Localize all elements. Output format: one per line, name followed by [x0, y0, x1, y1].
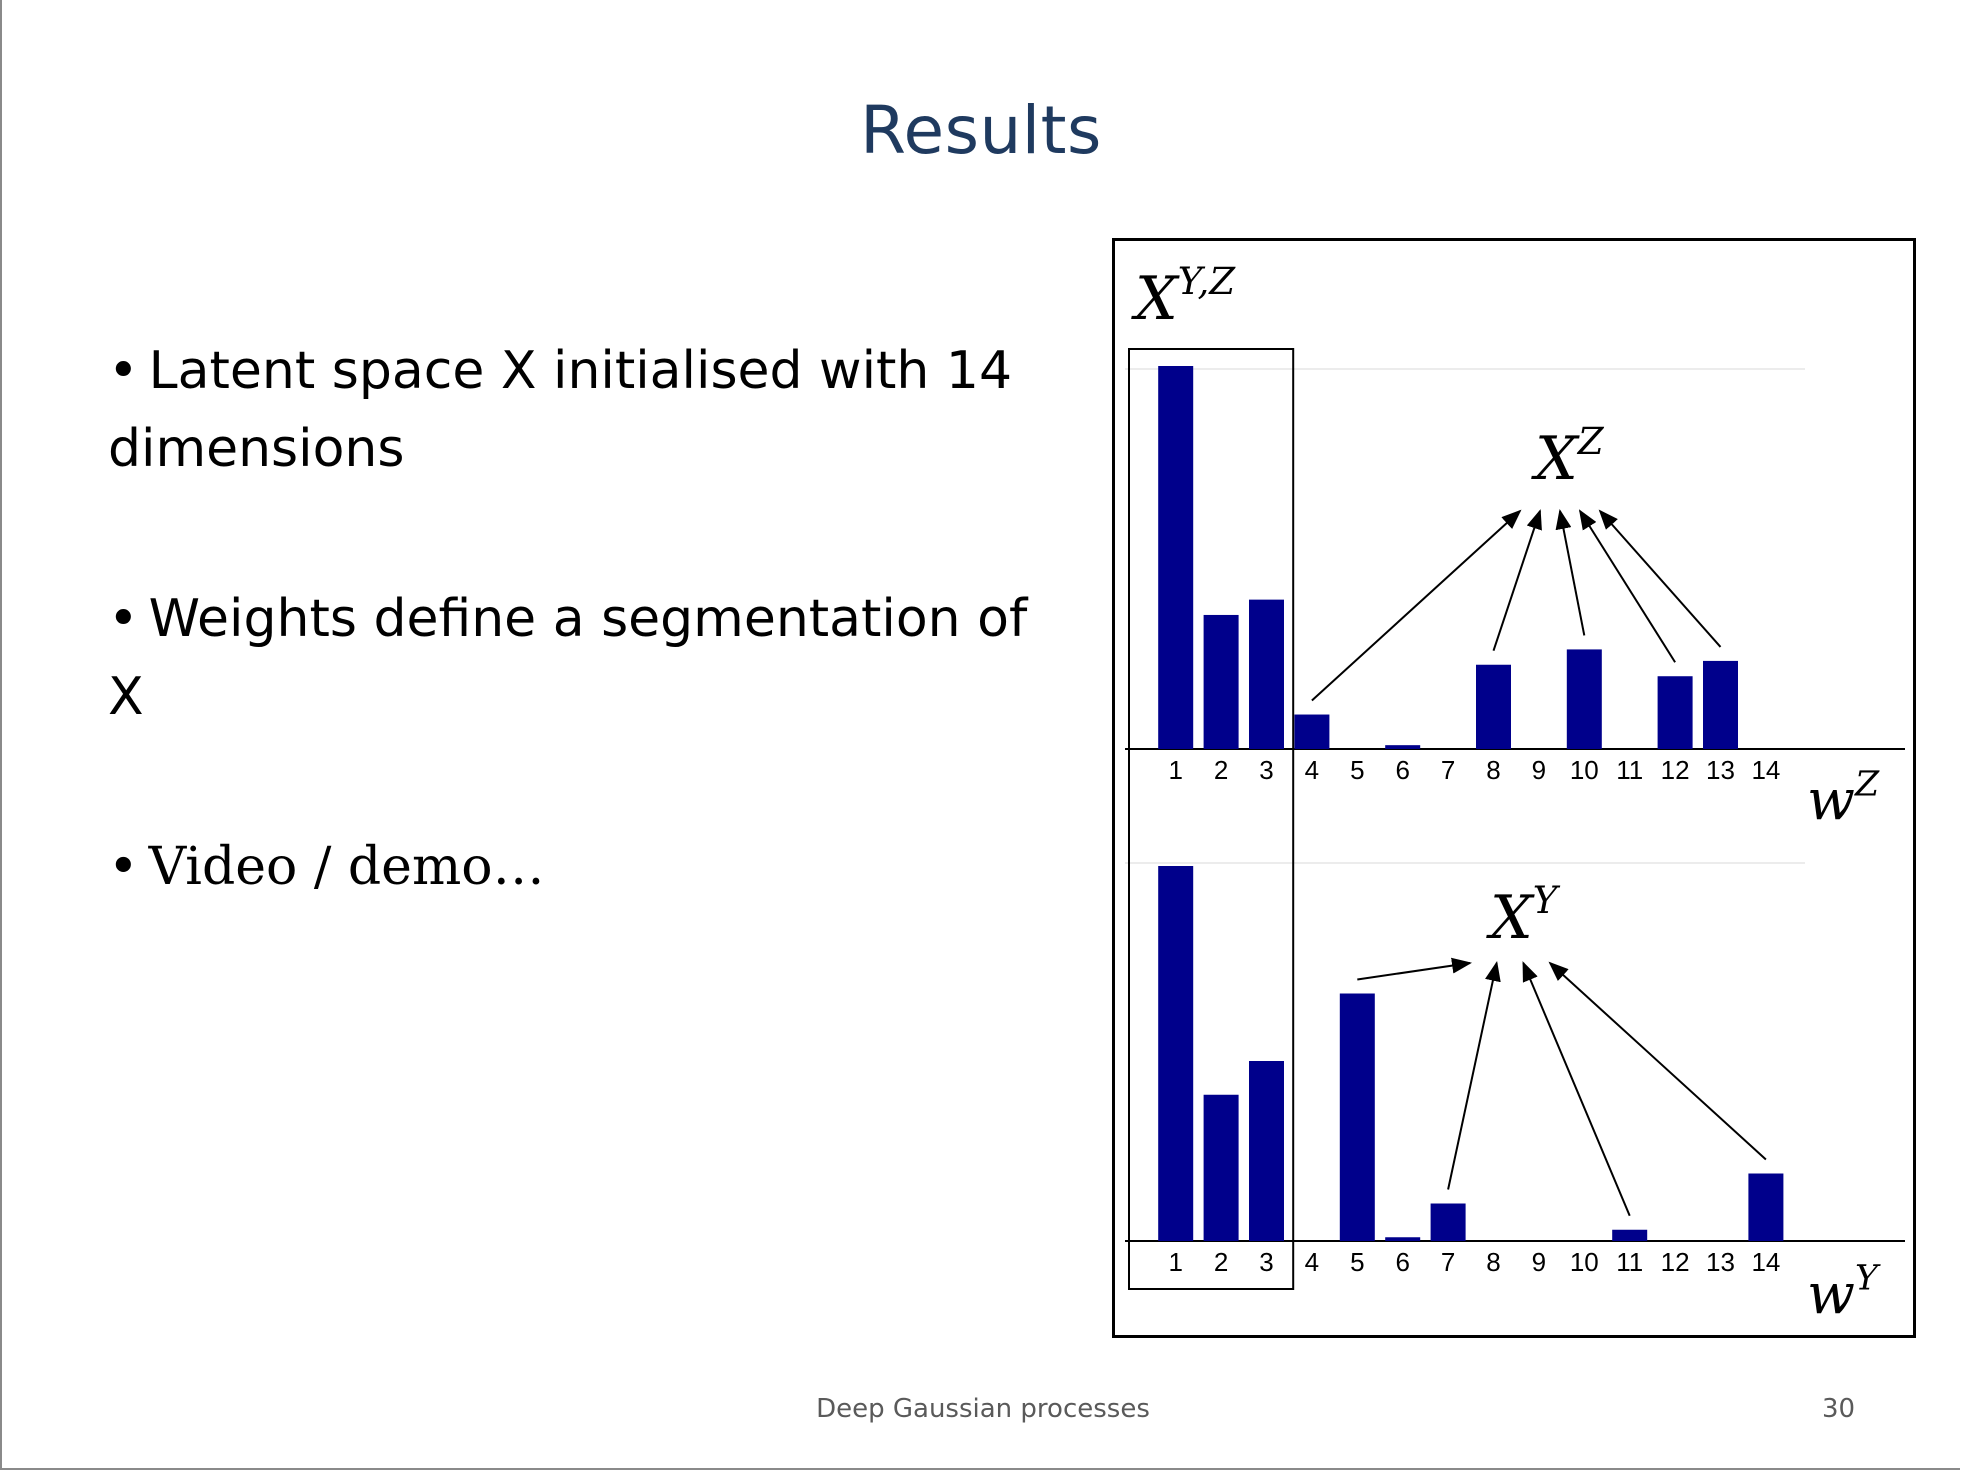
- bar-wz-13: [1703, 660, 1738, 749]
- tick-label: 8: [1486, 1247, 1500, 1277]
- bar-wz-1: [1158, 366, 1194, 749]
- annotation-arrow: [1548, 961, 1767, 1161]
- bar-wz-8: [1476, 664, 1511, 749]
- segmentation-chart: 1 2 3 4 5 6 7 8 9 10 11 12 13 14 wZXZ1 2 3 4 5 6 7 8 9 10 11 12 13…: [1125, 259, 1905, 1327]
- annotation-arrow: [1555, 509, 1586, 636]
- x-axis-label: wZ: [1807, 764, 1880, 833]
- tick-label: 4: [1305, 1247, 1319, 1277]
- tick-label: 7: [1441, 755, 1455, 785]
- tick-label: 8: [1486, 755, 1500, 785]
- annotation-arrow: [1447, 961, 1501, 1190]
- tick-label: 6: [1395, 1247, 1409, 1277]
- bar-wy-2: [1203, 1094, 1239, 1241]
- bar-wy-3: [1249, 1061, 1284, 1241]
- tick-label: 5: [1350, 1247, 1364, 1277]
- annotation-arrow: [1357, 957, 1472, 981]
- shared-dims-label: XY,Z: [1131, 259, 1236, 334]
- bullet-dot: •: [108, 837, 139, 897]
- bullet-text-3: Video / demo…: [148, 837, 545, 897]
- bar-wy-14: [1748, 1173, 1784, 1241]
- bar-wz-4: [1294, 714, 1330, 749]
- figure-frame: 1 2 3 4 5 6 7 8 9 10 11 12 13 14 wZ XZ 1 2 3 4 5 6 7 8 9 10 11 12 13…: [1112, 238, 1916, 1338]
- tick-label: 12: [1661, 1247, 1690, 1277]
- bar-wz-6: [1385, 745, 1421, 749]
- annotation-arrow: [1578, 509, 1676, 663]
- bullet-item-1: • Latent space X initialised with 14 dime…: [108, 332, 1028, 488]
- page-number: 30: [1822, 1394, 1856, 1424]
- bar-wy-5: [1339, 993, 1375, 1241]
- tick-label: 10: [1570, 1247, 1599, 1277]
- tick-label: 9: [1532, 755, 1546, 785]
- bar-wz-12: [1657, 676, 1693, 749]
- bar-wz-10: [1566, 649, 1602, 749]
- bullet-dot: •: [108, 589, 139, 649]
- bullet-dot: •: [108, 341, 139, 401]
- slide: Results • Latent space X initialised with…: [0, 0, 1960, 1470]
- tick-label: 11: [1616, 1247, 1643, 1277]
- bullet-text-2: Weights define a segmentation of X: [108, 589, 1028, 727]
- tick-label: 1: [1168, 1247, 1182, 1277]
- slide-title: Results: [860, 92, 1102, 169]
- tick-label: 2: [1214, 755, 1228, 785]
- tick-label: 2: [1214, 1247, 1228, 1277]
- tick-label: 12: [1661, 755, 1690, 785]
- tick-label: 3: [1259, 1247, 1273, 1277]
- bar-wy-7: [1430, 1203, 1466, 1241]
- bar-wy-6: [1385, 1237, 1421, 1241]
- tick-label: 14: [1751, 1247, 1780, 1277]
- tick-label: 7: [1441, 1247, 1455, 1277]
- x-axis-label: wY: [1807, 1258, 1881, 1327]
- footer-text: Deep Gaussian processes: [816, 1394, 1150, 1424]
- bar-wz-2: [1203, 614, 1239, 749]
- tick-label: 13: [1706, 1247, 1735, 1277]
- bar-wy-11: [1612, 1229, 1648, 1241]
- tick-label: 5: [1350, 755, 1364, 785]
- annotation-label: XZ: [1531, 419, 1605, 494]
- tick-label: 4: [1305, 755, 1319, 785]
- bullet-item-2: • Weights define a segmentation of X: [108, 580, 1028, 736]
- bullet-list: • Latent space X initialised with 14 dime…: [108, 332, 1028, 906]
- tick-label: 3: [1259, 755, 1273, 785]
- bullet-item-3: • Video / demo…: [108, 828, 1028, 906]
- tick-label: 11: [1616, 755, 1643, 785]
- tick-label: 9: [1532, 1247, 1546, 1277]
- tick-label: 13: [1706, 755, 1735, 785]
- annotation-arrow: [1522, 961, 1631, 1217]
- tick-label: 14: [1751, 755, 1780, 785]
- annotation-arrow: [1492, 509, 1542, 652]
- bar-wz-3: [1249, 599, 1284, 749]
- bullet-text-1: Latent space X initialised with 14 dimen…: [108, 341, 1013, 479]
- annotation-arrow: [1598, 509, 1722, 648]
- tick-label: 10: [1570, 755, 1599, 785]
- annotation-label: XY: [1486, 878, 1561, 953]
- bar-wy-1: [1158, 866, 1194, 1241]
- tick-label: 1: [1168, 755, 1182, 785]
- tick-label: 6: [1395, 755, 1409, 785]
